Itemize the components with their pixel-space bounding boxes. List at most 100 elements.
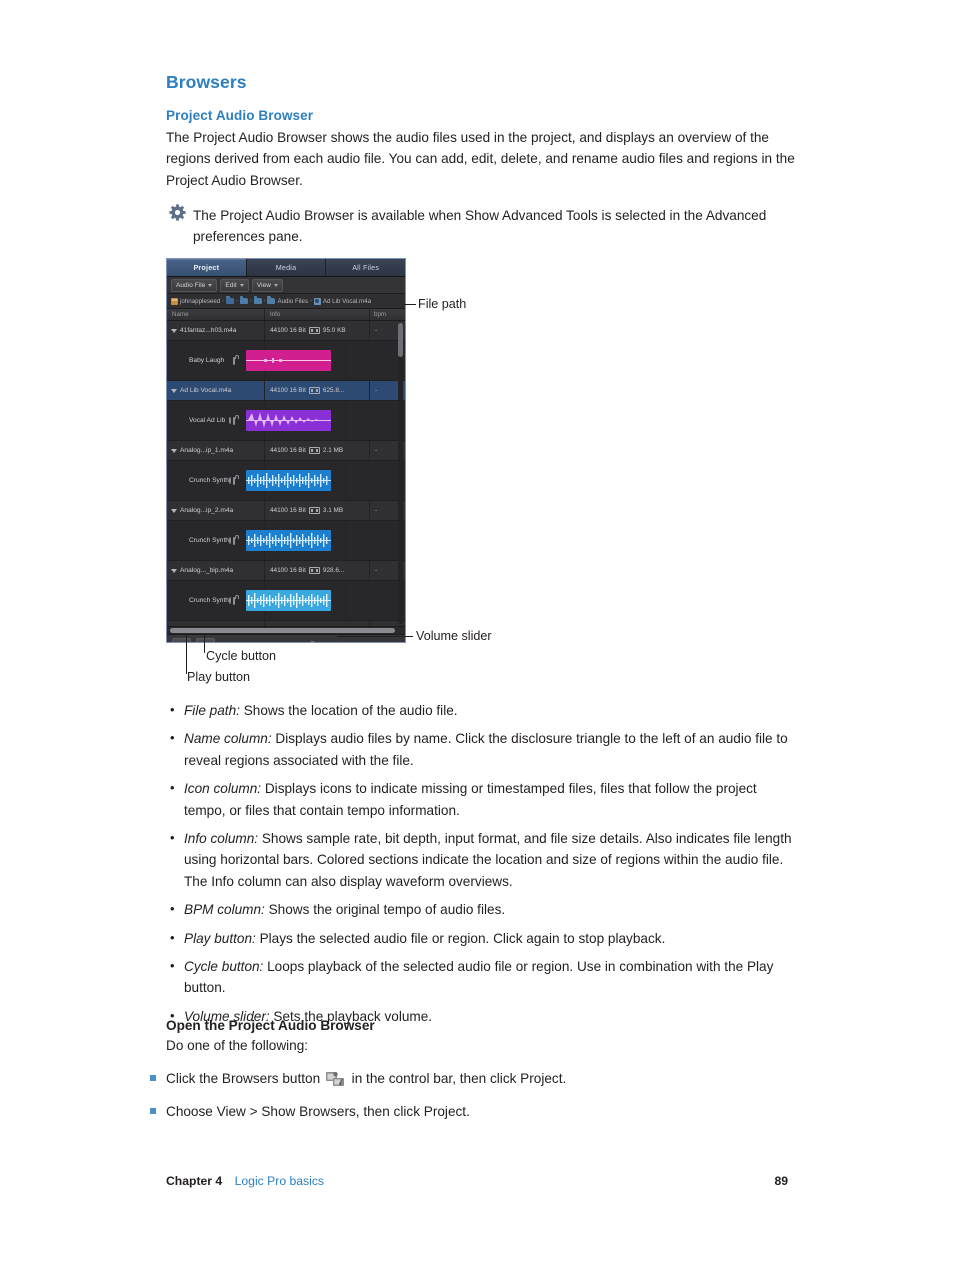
row-info-label: 44100 16 Bit [270,387,306,394]
menu-audio-file[interactable]: Audio File [171,278,218,292]
list-item: Name column: Displays audio files by nam… [166,727,798,771]
speaker-high-icon [336,641,342,642]
document-page: Browsers Project Audio Browser The Proje… [0,0,954,1265]
table-row[interactable]: 41fantaz...h03.m4a 44100 16 Bit 95.0 KB … [167,321,405,341]
footer-book-title[interactable]: Logic Pro basics [235,1174,324,1188]
row-info-cell: 44100 16 Bit 3.1 MB [265,501,370,520]
bullet-term: Name column: [184,731,272,747]
menu-edit[interactable]: Edit [220,278,249,292]
horizontal-scrollbar[interactable] [167,626,405,634]
row-name-cell[interactable]: Analog...ip_2.m4a [167,501,265,520]
menu-audio-file-label: Audio File [176,281,206,289]
row-name-cell[interactable]: Analog...ip_1.m4a [167,441,265,460]
list-item: BPM column: Shows the original tempo of … [166,898,798,920]
path-item-folder-3[interactable] [253,296,262,304]
row-name-label: Crunch Synth [189,477,229,484]
region-waveform-bar[interactable] [246,410,331,431]
row-name-label: Analog...ip_1.m4a [180,447,234,454]
clock-icon [229,416,231,425]
waveform-icon [246,412,331,428]
disclosure-triangle-icon[interactable] [171,328,177,333]
vertical-scrollbar[interactable] [398,323,403,624]
list-item: Cycle button: Loops playback of the sele… [166,955,798,999]
folder-icon [267,296,276,304]
browser-tabs: Project Media All Files [167,259,405,277]
table-row[interactable]: Analog...ip_1.m4a 44100 16 Bit 2.1 MB - [167,441,405,461]
path-separator-icon: › [222,298,225,304]
region-waveform-bar[interactable] [246,530,331,551]
stereo-format-icon [308,327,320,334]
disclosure-triangle-icon[interactable] [171,388,177,393]
tab-all-files[interactable]: All Files [326,259,405,276]
row-bpm-cell [346,341,405,380]
audio-file-list[interactable]: 41fantaz...h03.m4a 44100 16 Bit 95.0 KB … [167,321,405,626]
speaker-low-icon [265,641,267,642]
callout-file-path: File path [418,297,467,311]
footer-chapter: Chapter 4 [166,1174,223,1188]
path-item-audio-files-label: Audio Files [277,297,309,305]
path-item-home[interactable]: johnappleseed [171,297,221,305]
path-item-file[interactable]: Ad Lib Vocal.m4a [313,297,371,305]
column-header-info[interactable]: Info [265,309,370,320]
gear-icon [169,204,186,221]
table-row[interactable]: Vocal Ad Lib ⊥ [167,401,405,441]
step-text-before: Click the Browsers button [166,1071,324,1086]
menu-view[interactable]: View [251,278,283,292]
table-row[interactable]: Crunch Synth [167,521,405,561]
row-size-label: 95.0 KB [322,327,346,334]
table-row[interactable]: Analog..._bip.m4a 44100 16 Bit 928.6... … [167,561,405,581]
bullet-text: Displays icons to indicate missing or ti… [184,781,757,818]
list-item: Info column: Shows sample rate, bit dept… [166,827,798,892]
path-item-folder-1[interactable] [226,296,235,304]
bullet-text: Shows sample rate, bit depth, input form… [184,831,792,889]
stereo-format-icon [308,567,320,574]
lock-icon [233,534,240,545]
table-row[interactable]: Crunch Synth [167,581,405,621]
list-item: File path: Shows the location of the aud… [166,699,798,721]
row-bpm-cell [346,401,405,440]
row-size-label: 2.1 MB [322,447,344,454]
list-item: Icon column: Displays icons to indicate … [166,777,798,821]
table-row[interactable]: Ad Lib Vocal.m4a 44100 16 Bit 625.8... - [167,381,405,401]
row-info-cell: 44100 16 Bit 928.6... [265,561,370,580]
bullet-term: Play button: [184,930,256,946]
row-info-cell: ⊥ [241,461,346,500]
disclosure-triangle-icon[interactable] [171,568,177,573]
table-row[interactable]: Crunch Synth [167,461,405,501]
browser-menu-bar: Audio File Edit View [167,277,405,294]
menu-edit-label: Edit [225,281,237,289]
path-item-home-label: johnappleseed [180,297,221,305]
file-path-bar[interactable]: johnappleseed › › › › Audio Files › Ad L… [167,294,405,309]
column-header-bpm[interactable]: bpm [370,309,405,320]
path-item-audio-files[interactable]: Audio Files [267,296,309,305]
bullet-text: Plays the selected audio file or region.… [255,930,666,946]
path-item-folder-2[interactable] [239,296,248,304]
region-waveform-bar[interactable] [246,470,331,491]
scrollbar-thumb[interactable] [398,323,403,357]
callout-play-button: Play button [187,670,251,684]
table-row[interactable]: Analog...ip_2.m4a 44100 16 Bit 3.1 MB - [167,501,405,521]
lock-icon [233,474,240,485]
bullet-term: Cycle button: [184,959,264,975]
bullet-term: Info column: [184,831,259,847]
region-waveform-bar[interactable] [246,350,331,371]
play-button[interactable] [172,638,191,642]
disclosure-triangle-icon[interactable] [171,448,177,453]
column-header-name[interactable]: Name [167,309,265,320]
bullet-text: Shows the original tempo of audio files. [264,902,506,918]
row-name-cell[interactable]: 41fantaz...h03.m4a [167,321,265,340]
path-separator-icon: › [310,298,312,304]
list-item: Choose View > Show Browsers, then click … [148,1101,808,1122]
volume-slider[interactable] [262,641,344,642]
volume-slider-knob[interactable] [308,641,317,642]
disclosure-triangle-icon[interactable] [171,508,177,513]
row-info-cell: ⊥ [241,521,346,560]
row-name-cell[interactable]: Ad Lib Vocal.m4a [167,381,265,400]
row-name-cell[interactable]: Analog..._bip.m4a [167,561,265,580]
tab-media[interactable]: Media [246,259,327,276]
table-row[interactable]: Baby Laugh ⊥ [167,341,405,381]
cycle-button[interactable] [196,638,215,642]
clock-icon [229,536,231,545]
region-waveform-bar[interactable] [246,590,331,611]
tab-project[interactable]: Project [167,259,247,276]
